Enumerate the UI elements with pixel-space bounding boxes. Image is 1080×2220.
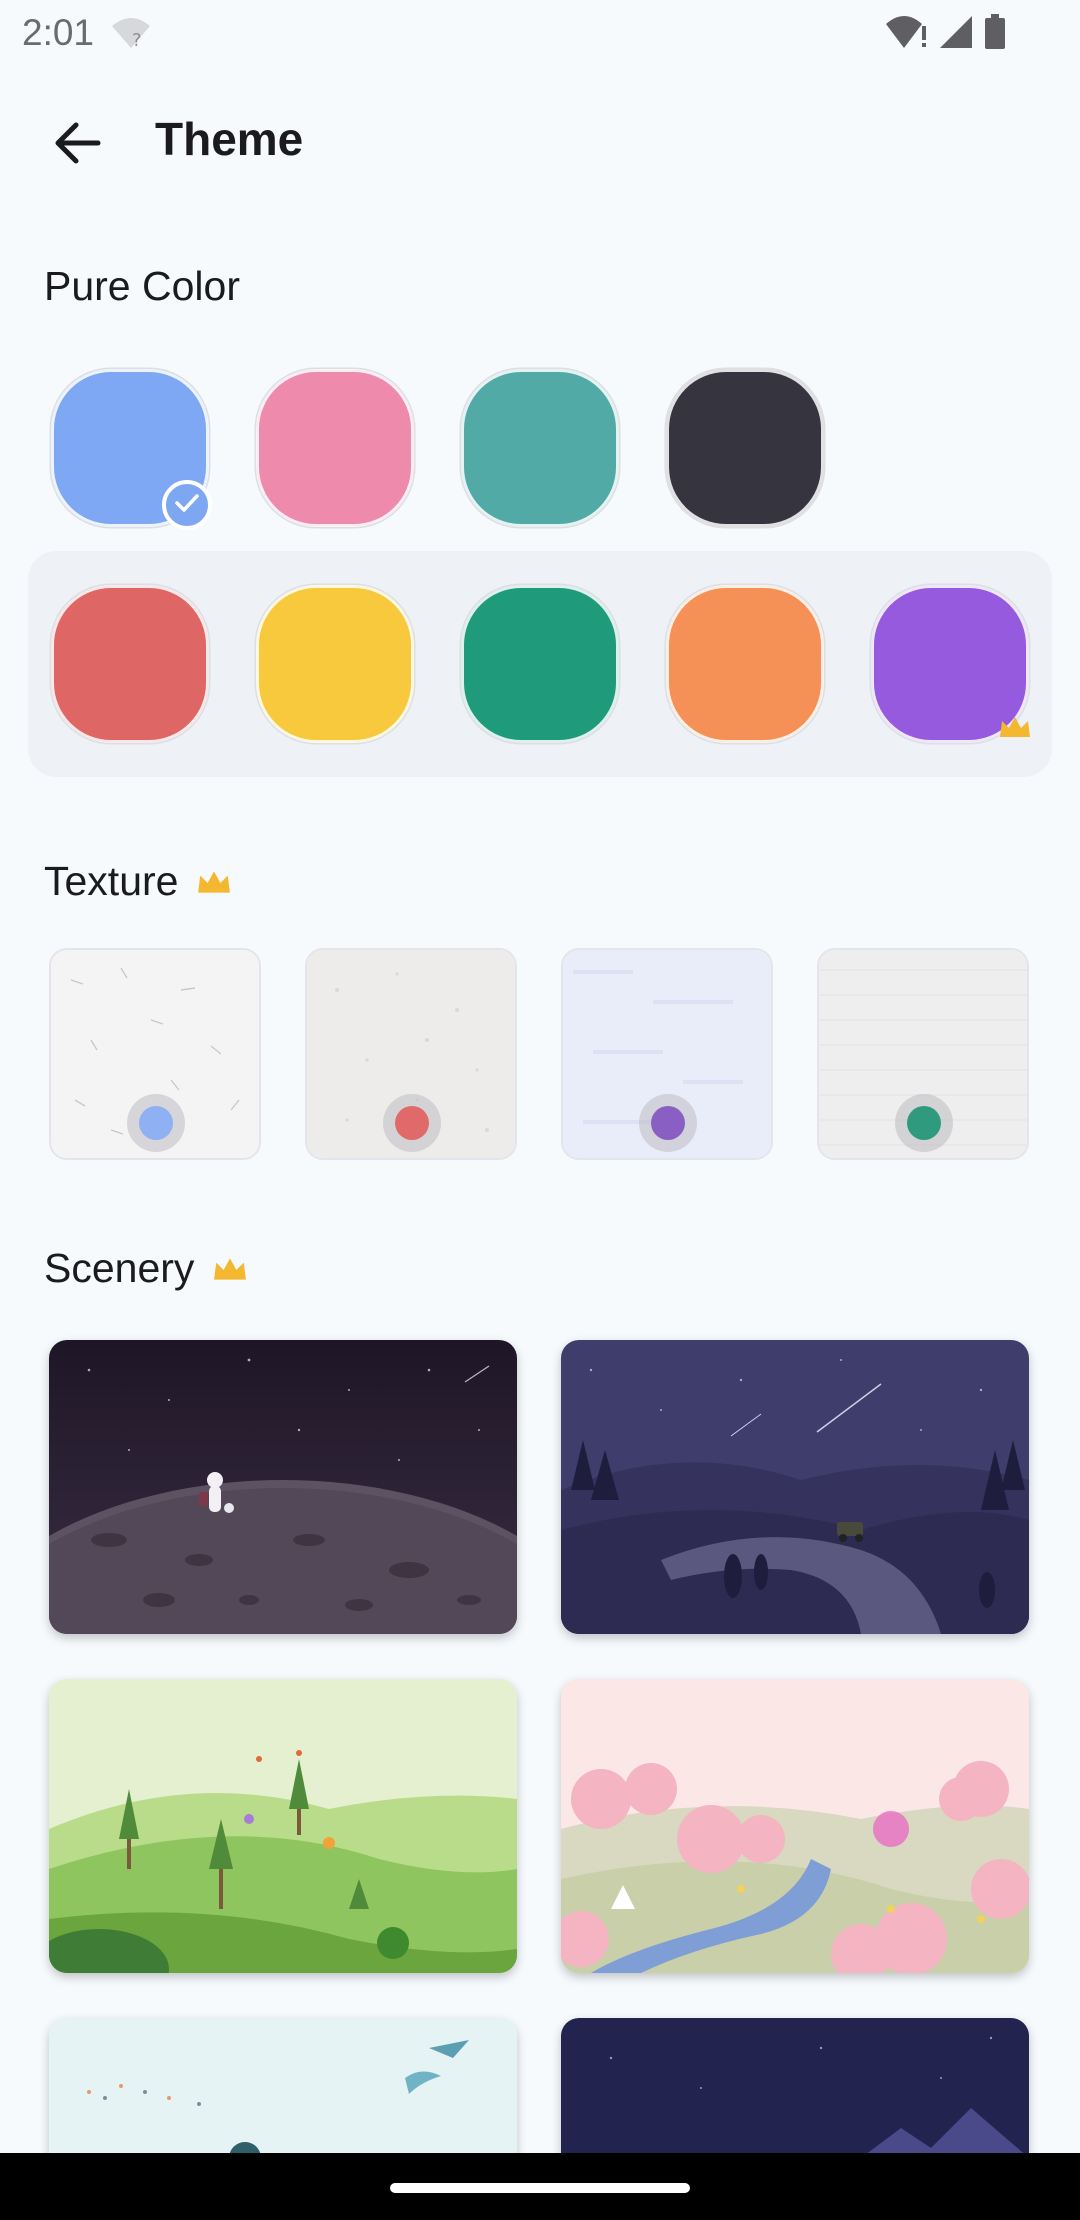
scenery-card-moon-astronaut[interactable] bbox=[49, 1340, 517, 1634]
scenery-section-title: Scenery bbox=[44, 1245, 248, 1292]
selected-check-badge bbox=[162, 480, 212, 530]
wifi-question-icon: ? bbox=[110, 16, 152, 55]
scenery-card-green-meadow[interactable] bbox=[49, 1679, 517, 1973]
scenery-title: Scenery bbox=[44, 1245, 195, 1291]
signal-icon bbox=[938, 14, 974, 55]
texture-color-indicator bbox=[639, 1094, 697, 1152]
status-bar: 2:01 ? bbox=[0, 0, 1080, 66]
texture-card-paper-linen[interactable] bbox=[817, 948, 1029, 1160]
color-swatch-purple[interactable] bbox=[871, 585, 1032, 744]
wifi-alert-icon bbox=[884, 14, 928, 55]
back-button[interactable] bbox=[40, 108, 114, 182]
texture-title: Texture bbox=[44, 858, 179, 904]
status-time: 2:01 bbox=[22, 12, 95, 53]
texture-section-title: Texture bbox=[44, 858, 232, 905]
crown-icon bbox=[212, 1245, 248, 1292]
color-swatch-blue[interactable] bbox=[51, 369, 212, 530]
battery-icon bbox=[984, 14, 1006, 55]
home-gesture-handle[interactable] bbox=[390, 2183, 690, 2193]
crown-icon bbox=[196, 858, 232, 905]
texture-dot bbox=[395, 1106, 429, 1140]
scenery-card-cherry-blossom-valley[interactable] bbox=[561, 1679, 1029, 1973]
color-swatch-red[interactable] bbox=[51, 585, 209, 743]
check-icon bbox=[174, 492, 200, 519]
color-swatch-orange[interactable] bbox=[666, 585, 824, 743]
texture-card-paper-white[interactable] bbox=[49, 948, 261, 1160]
svg-text:?: ? bbox=[132, 30, 142, 50]
texture-dot bbox=[907, 1106, 941, 1140]
texture-dot bbox=[139, 1106, 173, 1140]
crown-icon bbox=[998, 715, 1032, 744]
texture-color-indicator bbox=[127, 1094, 185, 1152]
texture-dot bbox=[651, 1106, 685, 1140]
scenery-card-night-valley-road[interactable] bbox=[561, 1340, 1029, 1634]
texture-color-indicator bbox=[895, 1094, 953, 1152]
app-bar: Theme bbox=[0, 90, 1080, 194]
page-title: Theme bbox=[155, 113, 304, 165]
texture-card-paper-lavender[interactable] bbox=[561, 948, 773, 1160]
color-swatch-teal[interactable] bbox=[461, 369, 619, 527]
pure-color-title: Pure Color bbox=[44, 263, 240, 309]
color-swatch-yellow[interactable] bbox=[256, 585, 414, 743]
texture-card-paper-cream[interactable] bbox=[305, 948, 517, 1160]
navigation-bar bbox=[0, 2153, 1080, 2220]
texture-color-indicator bbox=[383, 1094, 441, 1152]
color-swatch-green[interactable] bbox=[461, 585, 619, 743]
pure-color-section-title: Pure Color bbox=[44, 263, 240, 310]
color-swatch-pink[interactable] bbox=[256, 369, 414, 527]
color-swatch-dark[interactable] bbox=[666, 369, 824, 527]
arrow-left-icon bbox=[52, 121, 102, 170]
